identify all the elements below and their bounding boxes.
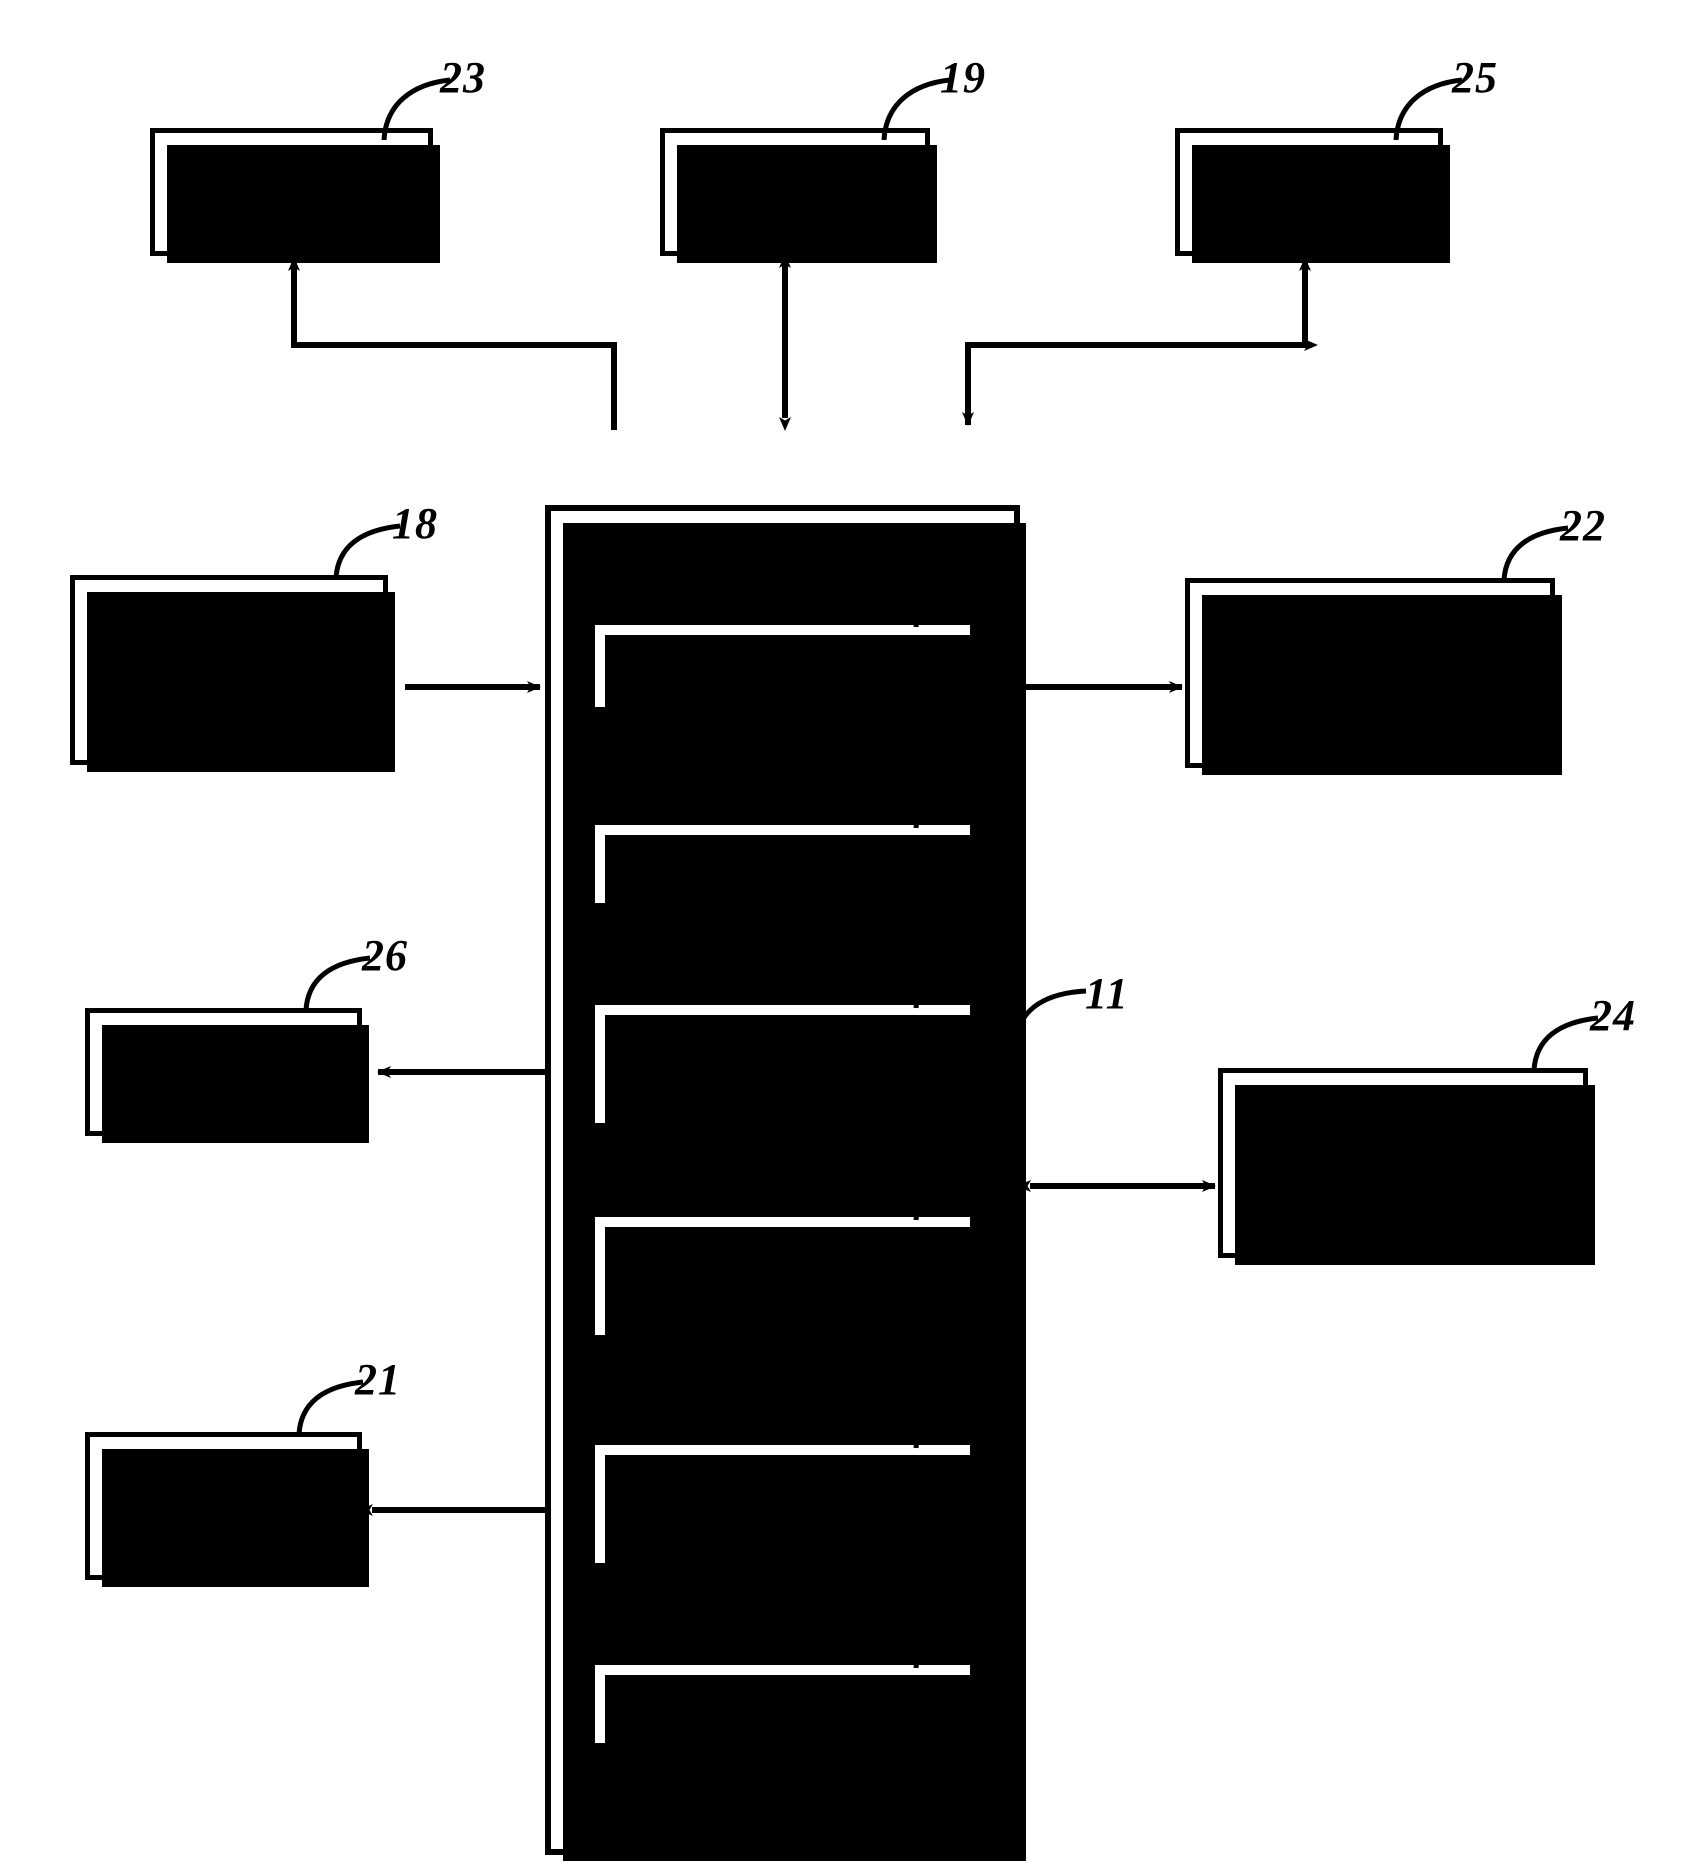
- ref-numeral-13: 13: [972, 749, 1018, 798]
- node-grill-cook-touch-screen-display-monitor-label: GRILL-COOK TOUCH-SCREEN DISPLAY MONITOR: [1218, 614, 1522, 730]
- node-food-server-order-entry-terminal[interactable]: FOOD SERVER ORDER-ENTRY TERMINAL: [70, 575, 395, 772]
- ref-numeral-15: 15: [972, 1141, 1018, 1190]
- process-timers[interactable]: TIMERS: [590, 1660, 980, 1753]
- ref-numeral-26: 26: [362, 931, 408, 980]
- wire-grill-temp-to-controller: [962, 257, 1311, 426]
- node-cooking-times-and-turn-times-database-label: COOKING TIMES AND TURN TIMES DATABASE: [1261, 1104, 1545, 1220]
- ref-numeral-23: 23: [440, 53, 486, 102]
- node-grill-cook-touch-screen-display-monitor[interactable]: GRILL-COOK TOUCH-SCREEN DISPLAY MONITOR: [1185, 578, 1562, 775]
- node-expediter[interactable]: EXPEDITER: [85, 1008, 369, 1143]
- wire-controller-to-paging: [288, 257, 617, 430]
- node-grill-temp[interactable]: GRILL TEMP.: [1175, 128, 1450, 263]
- process-temperature[interactable]: TEMPERATURE PROCESS: [590, 1212, 980, 1345]
- ref-numeral-18: 18: [392, 499, 438, 548]
- node-paging-subsystem[interactable]: PAGING SUBSYSTEM: [150, 128, 440, 263]
- node-icon-library-label: ICON LIBRARY: [152, 1467, 295, 1543]
- ref-numeral-19: 19: [940, 53, 986, 102]
- process-firing-label: FIRING PROCESS: [649, 846, 916, 882]
- ref-numeral-22: 22: [1560, 501, 1606, 550]
- node-paging-subsystem-label: PAGING SUBSYSTEM: [188, 153, 395, 229]
- process-filtering[interactable]: FILTERING PROCESS: [590, 620, 980, 717]
- node-grill-space-manager-label: GRILL SPACE MANAGER: [687, 153, 903, 229]
- ref-numeral-11: 11: [1085, 969, 1129, 1018]
- node-food-server-order-entry-terminal-label: FOOD SERVER ORDER-ENTRY TERMINAL: [107, 611, 351, 727]
- process-temperature-label: TEMPERATURE PROCESS: [666, 1240, 899, 1311]
- process-filtering-label: FILTERING PROCESS: [622, 648, 943, 684]
- node-grill-space-manager[interactable]: GRILL SPACE MANAGER: [660, 128, 937, 263]
- leader-line-11: [1013, 988, 1087, 1038]
- ref-numeral-17: 17: [972, 1589, 1018, 1638]
- node-expediter-label: EXPEDITER: [129, 1052, 318, 1090]
- process-firing[interactable]: FIRING PROCESS: [590, 820, 980, 913]
- process-alert-label: ALERT PROCESS: [706, 1468, 859, 1539]
- process-alert[interactable]: ALERT PROCESS: [590, 1440, 980, 1573]
- process-cooking-timer[interactable]: COOKING/TIMER PROCESS: [590, 1000, 980, 1133]
- process-cooking-timer-label: COOKING/TIMER PROCESS: [656, 1028, 909, 1099]
- ref-numeral-14: 14: [972, 929, 1018, 978]
- ref-numeral-16: 16: [972, 1369, 1018, 1418]
- process-timers-label: TIMERS: [723, 1686, 842, 1722]
- patent-figure: PAGING SUBSYSTEM 23 GRILL SPACE MANAGER …: [0, 0, 1687, 1870]
- ref-numeral-12: 12: [972, 549, 1018, 598]
- node-icon-library[interactable]: ICON LIBRARY: [85, 1432, 369, 1587]
- node-cooking-times-and-turn-times-database[interactable]: COOKING TIMES AND TURN TIMES DATABASE: [1218, 1068, 1595, 1265]
- ref-numeral-24: 24: [1590, 991, 1636, 1040]
- node-grill-temp-label: GRILL TEMP.: [1205, 172, 1413, 211]
- ref-numeral-25: 25: [1452, 53, 1498, 102]
- ref-numeral-21: 21: [355, 1355, 401, 1404]
